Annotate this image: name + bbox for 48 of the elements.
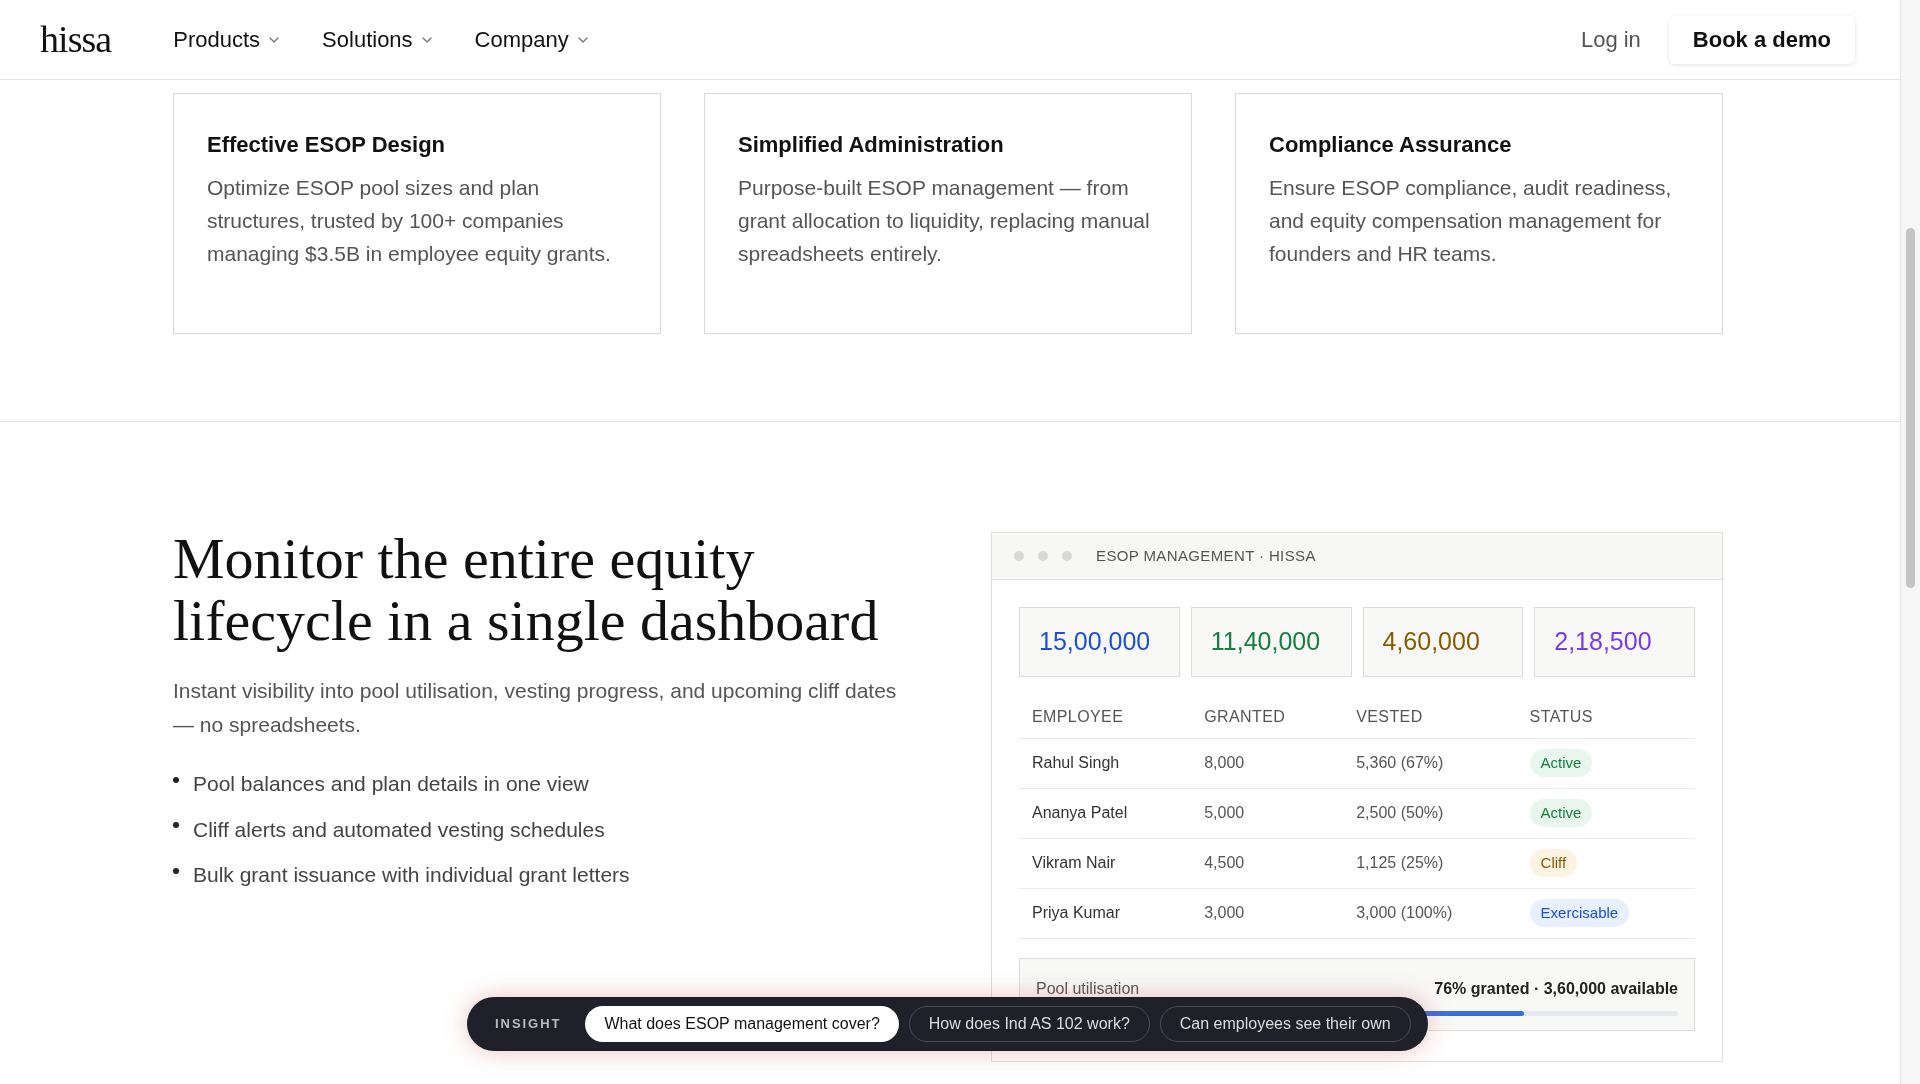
section-lead: Instant visibility into pool utilisation, vesting progress, and upcoming cliff dates — no spreadsheets.	[173, 678, 898, 738]
status-badge: Exercisable	[1529, 898, 1630, 928]
table-cell: Priya Kumar	[1019, 888, 1192, 938]
stat-value: 2,18,500	[1554, 626, 1652, 658]
bullet-text: Bulk grant issuance with individual grant letters	[193, 862, 630, 888]
bullet-text: Cliff alerts and automated vesting schedules	[193, 816, 605, 843]
column-header: EMPLOYEE	[1019, 697, 1192, 738]
feature-title: Effective ESOP Design	[207, 131, 446, 159]
stat-value: 4,60,000	[1382, 626, 1480, 658]
nav-menu[interactable]: Company	[474, 23, 591, 56]
pool-reading: 76% granted · 3,60,000 available	[1434, 978, 1678, 999]
table-cell: Ananya Patel	[1019, 788, 1192, 838]
logo[interactable]: hissa	[40, 11, 112, 68]
pool-label: Pool utilisation	[1036, 978, 1140, 999]
feature-description: Ensure ESOP compliance, audit readiness, and equity compensation management for founders and HR teams.	[1269, 175, 1673, 267]
column-header: STATUS	[1516, 697, 1695, 738]
nav-menu[interactable]: Solutions	[322, 23, 435, 56]
table-cell: 8,000	[1191, 738, 1344, 788]
table-cell: Rahul Singh	[1019, 738, 1192, 788]
status-badge: Cliff	[1529, 848, 1578, 878]
feature-title: Compliance Assurance	[1269, 131, 1513, 159]
bullet-text: Pool balances and plan details in one view	[193, 771, 589, 797]
scrollbar[interactable]	[1900, 0, 1920, 1084]
status-badge: Active	[1529, 798, 1593, 828]
table-cell: 3,000 (100%)	[1343, 888, 1517, 938]
status-badge: Active	[1529, 748, 1593, 778]
scrollbar-thumb[interactable]	[1906, 228, 1915, 588]
column-header: GRANTED	[1191, 697, 1344, 738]
feature-description: Purpose-built ESOP management — from grant allocation to liquidity, replacing manual spreadsheets entirely.	[738, 175, 1151, 267]
suggestion-chip[interactable]: What does ESOP management cover?	[585, 1006, 899, 1042]
table-cell: Vikram Nair	[1019, 838, 1192, 888]
nav-menu[interactable]: Products	[173, 23, 283, 56]
table-cell: 3,000	[1191, 888, 1344, 938]
login-link[interactable]: Log in	[1580, 23, 1641, 56]
table-cell: 5,360 (67%)	[1343, 738, 1517, 788]
column-header: VESTED	[1343, 697, 1517, 738]
table-cell: 4,500	[1191, 838, 1344, 888]
stat-value: 11,40,000	[1210, 626, 1321, 658]
table-cell: 5,000	[1191, 788, 1344, 838]
feature-description: Optimize ESOP pool sizes and plan structures, trusted by 100+ companies managing $3.5B in employee equity grants.	[207, 175, 612, 267]
table-cell: 2,500 (50%)	[1343, 788, 1517, 838]
feature-title: Simplified Administration	[738, 131, 1005, 159]
book-demo-button[interactable]: Book a demo	[1668, 15, 1855, 64]
table-cell: 1,125 (25%)	[1343, 838, 1517, 888]
stat-value: 15,00,000	[1039, 626, 1151, 658]
window-title: ESOP MANAGEMENT · HISSA	[1096, 545, 1316, 566]
insight-label: INSIGHT	[495, 1015, 562, 1034]
section-heading: Monitor the entire equity lifecycle in a single dashboard	[173, 528, 880, 652]
